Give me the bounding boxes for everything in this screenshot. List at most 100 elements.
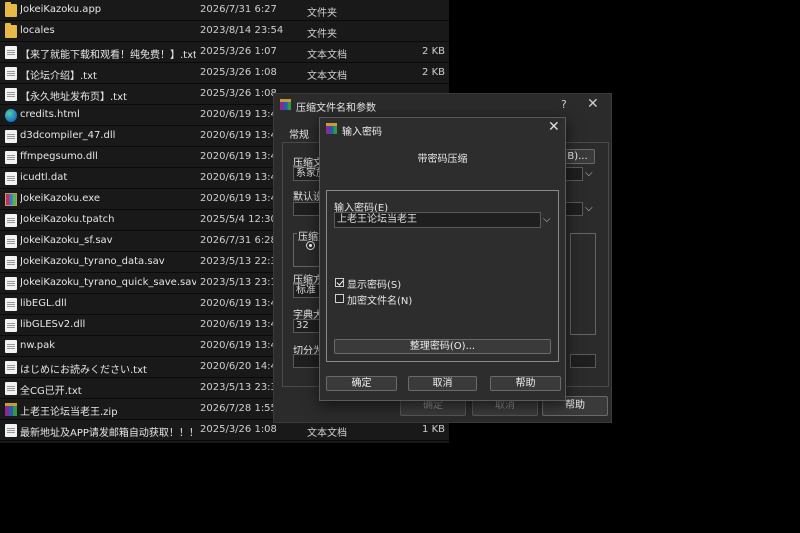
tab-general[interactable]: 常规 (286, 126, 312, 142)
chevron-down-icon[interactable]: ⌵ (543, 214, 551, 225)
close-icon[interactable]: ✕ (548, 119, 560, 135)
file-date: 2023/5/13 22:33 (200, 256, 284, 267)
file-date: 2020/6/19 13:43 (200, 193, 284, 204)
password-value: 上老王论坛当老王 (337, 214, 417, 225)
param-field[interactable] (570, 354, 596, 368)
file-date: 2026/7/28 1:55 (200, 403, 277, 414)
document-icon (5, 277, 17, 290)
file-name: JokeiKazoku.tpatch (20, 214, 115, 225)
file-name: 【论坛介绍】.txt (20, 71, 97, 82)
options-group (570, 233, 596, 335)
file-name: JokeiKazoku_tyrano_quick_save.sav (20, 277, 196, 288)
file-name: 【来了就能下载和观看！纯免费！】.txt (20, 50, 196, 61)
show-password-checkbox[interactable] (335, 278, 344, 287)
file-date: 2020/6/19 13:43 (200, 298, 284, 309)
cancel-button[interactable]: 取消 (408, 376, 477, 391)
file-date: 2020/6/19 13:43 (200, 172, 284, 183)
file-name: libGLESv2.dll (20, 319, 86, 330)
file-date: 2023/5/13 23:35 (200, 382, 284, 393)
document-icon (5, 172, 17, 185)
help-button[interactable]: 帮助 (490, 376, 561, 391)
file-size: 2 KB (422, 46, 445, 57)
file-size: 2 KB (422, 67, 445, 78)
file-name: locales (20, 25, 55, 36)
encrypt-names-label[interactable]: 加密文件名(N) (347, 292, 412, 307)
file-name: 最新地址及APP请发邮箱自动获取！！！.... (20, 428, 196, 439)
file-size: 1 KB (422, 424, 445, 435)
document-icon (5, 88, 17, 101)
file-date: 2026/7/31 6:28 (200, 235, 277, 246)
file-date: 2025/3/26 1:08 (200, 424, 277, 435)
file-date: 2023/8/14 23:54 (200, 25, 284, 36)
file-row[interactable]: 【来了就能下载和观看！纯免费！】.txt 2025/3/26 1:07 文本文档 2 … (0, 42, 449, 63)
file-date: 2020/6/19 13:43 (200, 130, 284, 141)
file-type: 文本文档 (307, 428, 347, 439)
document-icon (5, 151, 17, 164)
document-icon (5, 424, 17, 437)
password-dialog: 输入密码 ✕ 带密码压缩 输入密码(E) 上老王论坛当老王 ⌵ 显示密码(S) … (319, 117, 566, 401)
document-icon (5, 130, 17, 143)
archive-dialog-titlebar[interactable]: 压缩文件名和参数 ? ✕ (274, 94, 611, 116)
file-name: JokeiKazoku_tyrano_data.sav (20, 256, 165, 267)
ok-button[interactable]: 确定 (326, 376, 397, 391)
winrar-icon (326, 123, 337, 134)
file-name: 全CG已开.txt (20, 386, 82, 397)
dictionary-value: 32 (296, 320, 309, 331)
help-icon[interactable]: ? (561, 98, 567, 111)
format-radio[interactable] (306, 241, 315, 250)
document-icon (5, 298, 17, 311)
file-date: 2020/6/19 13:43 (200, 151, 284, 162)
file-type: 文本文档 (307, 71, 347, 82)
archive-dialog-title: 压缩文件名和参数 (296, 103, 376, 114)
file-name: JokeiKazoku.exe (20, 193, 101, 204)
file-date: 2025/3/26 1:08 (200, 67, 277, 78)
file-type: 文本文档 (307, 50, 347, 61)
rar-archive-icon (5, 403, 17, 416)
encrypt-names-checkbox[interactable] (335, 294, 344, 303)
password-group: 输入密码(E) 上老王论坛当老王 ⌵ 显示密码(S) 加密文件名(N) 整理密码… (326, 190, 559, 362)
file-name: icudtl.dat (20, 172, 68, 183)
file-date: 2020/6/19 13:43 (200, 319, 284, 330)
document-icon (5, 256, 17, 269)
document-icon (5, 235, 17, 248)
file-name: credits.html (20, 109, 80, 120)
folder-icon (5, 2, 17, 17)
chevron-down-icon[interactable]: ⌵ (585, 203, 593, 214)
document-icon (5, 46, 17, 59)
close-icon[interactable]: ✕ (587, 96, 599, 112)
file-row[interactable]: locales 2023/8/14 23:54 文件夹 (0, 21, 449, 42)
file-name: nw.pak (20, 340, 56, 351)
file-date: 2020/6/19 13:43 (200, 109, 284, 120)
file-name: ffmpegsumo.dll (20, 151, 98, 162)
file-type: 文件夹 (307, 29, 337, 40)
file-date: 2025/3/26 1:07 (200, 46, 277, 57)
file-row[interactable]: JokeiKazoku.app 2026/7/31 6:27 文件夹 (0, 0, 449, 21)
file-name: d3dcompiler_47.dll (20, 130, 116, 141)
document-icon (5, 382, 17, 395)
password-input[interactable]: 上老王论坛当老王 (334, 212, 541, 228)
file-date: 2020/6/19 13:43 (200, 340, 284, 351)
folder-icon (5, 23, 17, 38)
password-dialog-title: 输入密码 (342, 127, 382, 138)
file-date: 2025/5/4 12:30 (200, 214, 277, 225)
organize-passwords-button[interactable]: 整理密码(O)... (334, 339, 551, 354)
file-row[interactable]: 【论坛介绍】.txt 2025/3/26 1:08 文本文档 2 KB (0, 63, 449, 84)
document-icon (5, 361, 17, 374)
file-type: 文件夹 (307, 8, 337, 19)
show-password-label[interactable]: 显示密码(S) (347, 276, 401, 291)
file-date: 2020/6/20 14:42 (200, 361, 284, 372)
file-name: はじめにお読みください.txt (20, 365, 147, 376)
password-dialog-heading: 带密码压缩 (417, 154, 468, 165)
chevron-down-icon[interactable]: ⌵ (585, 168, 593, 179)
document-icon (5, 319, 17, 332)
edge-browser-icon (5, 109, 17, 122)
file-name: JokeiKazoku.app (20, 4, 102, 15)
method-value: 标准 (296, 285, 316, 296)
file-date: 2025/3/26 1:08 (200, 88, 277, 99)
document-icon (5, 214, 17, 227)
file-name: libEGL.dll (20, 298, 67, 309)
file-row[interactable]: 最新地址及APP请发邮箱自动获取！！！.... 2025/3/26 1:08 文本文… (0, 420, 449, 441)
winrar-icon (280, 99, 291, 110)
app-icon (5, 193, 17, 206)
document-icon (5, 67, 17, 80)
